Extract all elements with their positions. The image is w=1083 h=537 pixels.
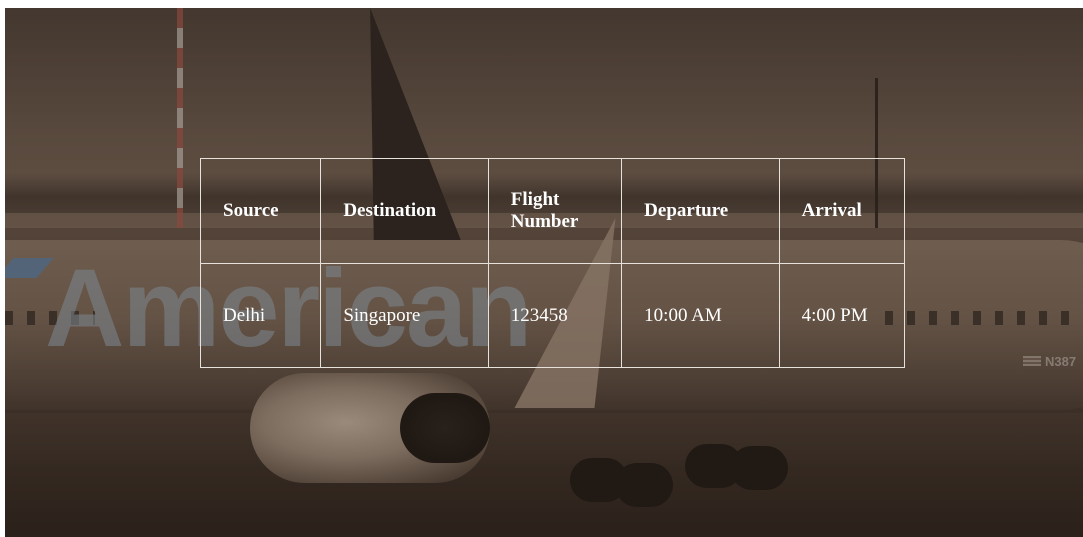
flight-table-body: Delhi Singapore 123458 10:00 AM 4:00 PM xyxy=(199,263,906,368)
cell-departure: 10:00 AM xyxy=(621,263,780,368)
header-arrival: Arrival xyxy=(778,158,906,264)
header-departure: Departure xyxy=(621,158,780,264)
cell-source: Delhi xyxy=(199,263,322,368)
header-destination: Destination xyxy=(320,158,489,264)
flight-table: Source Destination Flight Number Departu… xyxy=(199,158,906,368)
header-row: Source Destination Flight Number Departu… xyxy=(199,158,906,264)
cell-destination: Singapore xyxy=(320,263,489,368)
flight-table-head: Source Destination Flight Number Departu… xyxy=(199,158,906,264)
header-flight-number: Flight Number xyxy=(487,158,623,264)
cell-flight-number: 123458 xyxy=(487,263,623,368)
header-source: Source xyxy=(199,158,322,264)
cell-arrival: 4:00 PM xyxy=(778,263,906,368)
table-row: Delhi Singapore 123458 10:00 AM 4:00 PM xyxy=(199,263,906,368)
